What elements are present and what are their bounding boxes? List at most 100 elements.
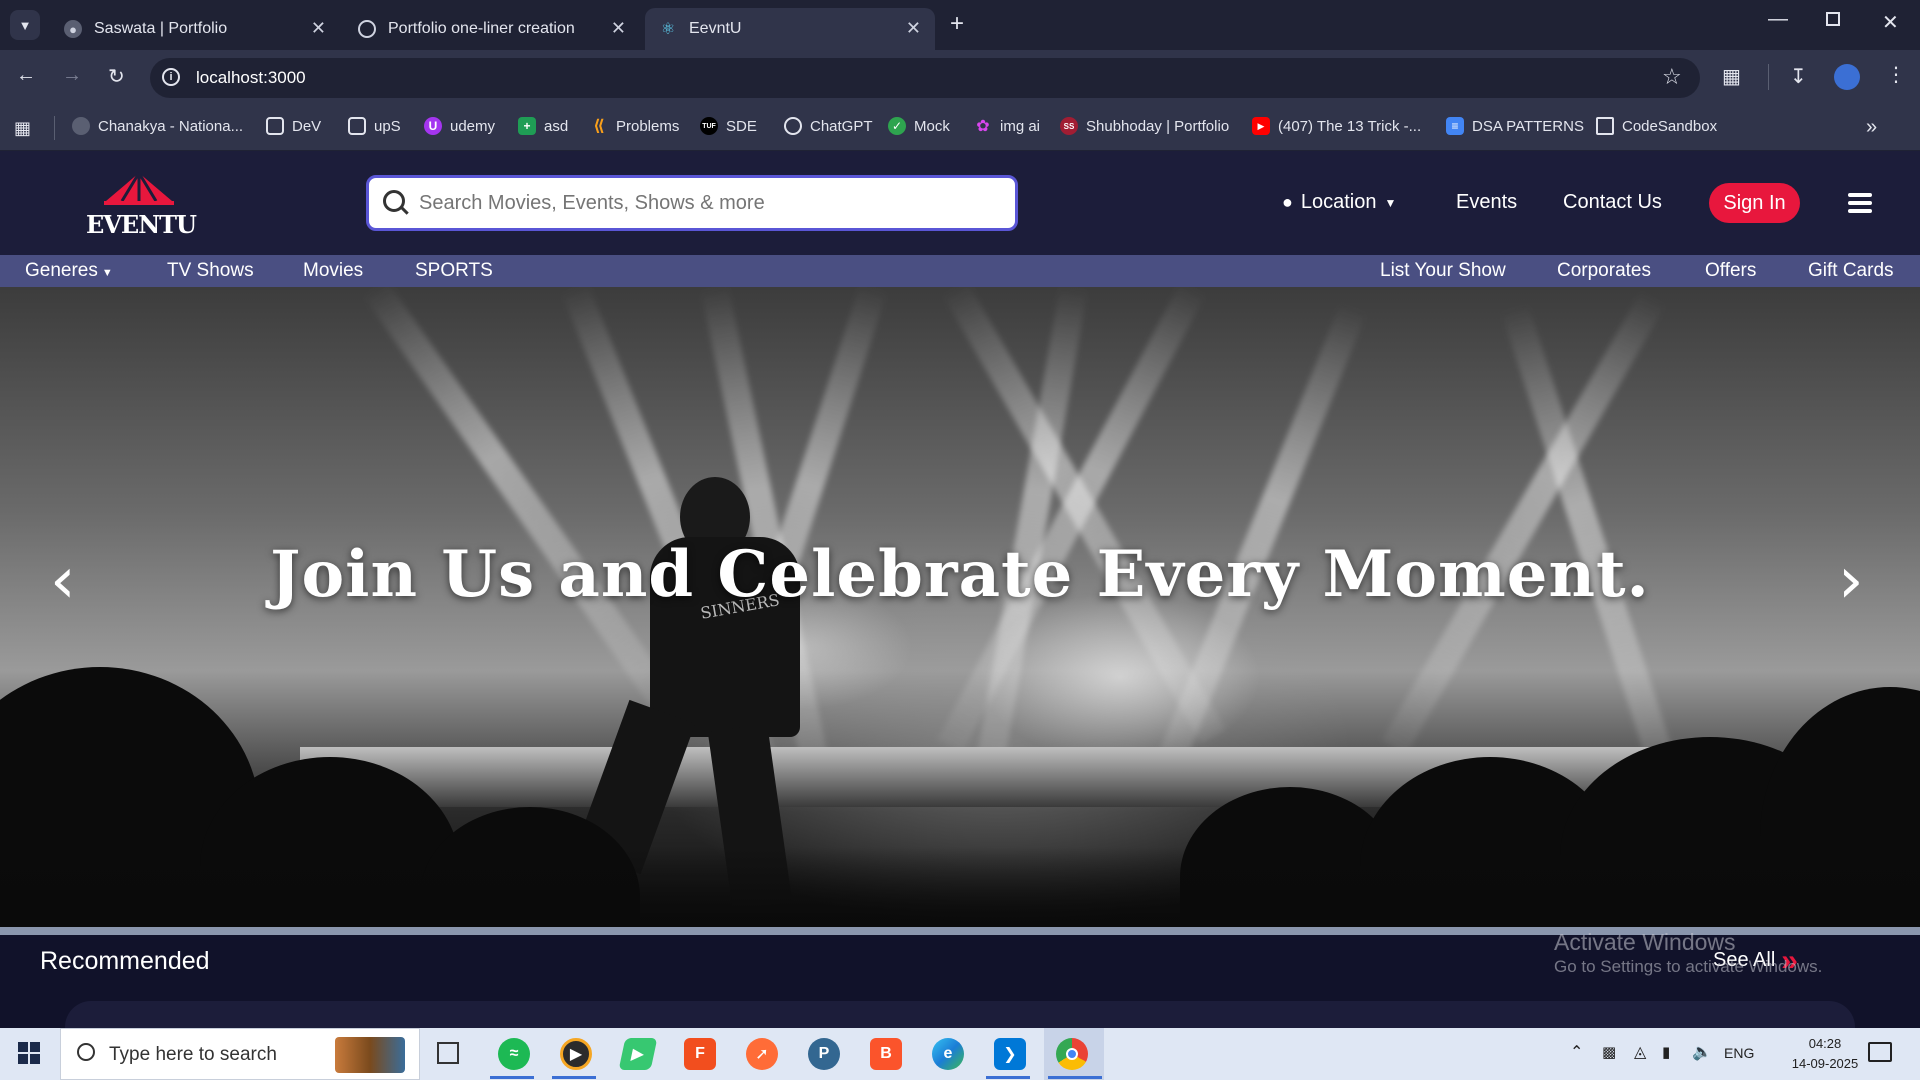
url-text[interactable]: localhost:3000 <box>196 68 306 88</box>
spotify-icon[interactable]: ≈ <box>498 1038 530 1070</box>
nav-events-link[interactable]: Events <box>1456 191 1517 214</box>
windows-start-icon[interactable] <box>18 1042 40 1064</box>
tab-saswata-portfolio[interactable]: ● Saswata | Portfolio ✕ <box>50 8 340 50</box>
leetcode-icon: ⟪ <box>593 118 605 135</box>
task-view-icon[interactable] <box>437 1042 459 1064</box>
back-icon[interactable]: ← <box>16 64 36 87</box>
chrome-icon[interactable] <box>1056 1038 1088 1070</box>
subnav-list-your-show[interactable]: List Your Show <box>1380 260 1506 282</box>
subnav-tv-shows[interactable]: TV Shows <box>167 260 254 282</box>
restore-button[interactable] <box>1826 12 1840 26</box>
search-input[interactable] <box>419 188 999 218</box>
tab-eevntu[interactable]: ⚛ EevntU ✕ <box>645 8 935 50</box>
bookmark-divider <box>54 116 55 140</box>
active-indicator <box>490 1076 534 1079</box>
ss-icon: SS <box>1060 117 1078 135</box>
bookmark-label: Mock <box>914 117 950 135</box>
site-info-icon[interactable]: i <box>162 68 180 86</box>
tab-title: Portfolio one-liner creation <box>388 20 575 37</box>
profile-avatar[interactable] <box>1834 64 1860 90</box>
bookmark-udemy[interactable]: Uudemy <box>424 117 495 135</box>
carousel-next-button[interactable]: › <box>1838 549 1864 613</box>
bookmark-star-icon[interactable]: ☆ <box>1662 64 1682 90</box>
battery-icon[interactable]: ▮ <box>1662 1043 1670 1061</box>
eventu-logo[interactable]: EVENTU <box>86 171 197 239</box>
close-icon[interactable]: ✕ <box>906 18 921 39</box>
more-bookmarks-icon[interactable]: » <box>1866 116 1877 139</box>
bookmark-label: Problems <box>616 117 680 135</box>
address-bar[interactable]: i localhost:3000 ☆ <box>150 58 1700 98</box>
clock-time: 04:28 <box>1808 1036 1842 1051</box>
figma-icon[interactable]: F <box>684 1038 716 1070</box>
vscode-icon[interactable]: ❯ <box>994 1038 1026 1070</box>
minimize-button[interactable]: — <box>1768 8 1788 31</box>
close-icon[interactable]: ✕ <box>311 18 326 39</box>
search-bar[interactable] <box>366 175 1018 231</box>
window-close-button[interactable]: ✕ <box>1882 10 1899 35</box>
bookmark-img-ai[interactable]: ✿ img ai <box>974 117 1041 136</box>
bookmark-codesandbox[interactable]: CodeSandbox <box>1596 117 1717 135</box>
notifications-icon[interactable] <box>1868 1042 1892 1062</box>
bookmark-chatgpt[interactable]: ChatGPT <box>784 117 873 135</box>
extensions-icon[interactable]: ▦ <box>1722 64 1741 89</box>
subnav-sports[interactable]: SPORTS <box>415 260 493 282</box>
app-green-icon[interactable]: ▶ <box>618 1038 658 1070</box>
subnav-movies[interactable]: Movies <box>303 260 363 282</box>
new-tab-button[interactable]: + <box>950 10 964 38</box>
show-hidden-icons[interactable]: ⌃ <box>1570 1042 1583 1062</box>
browser-tab-bar: ▼ ● Saswata | Portfolio ✕ Portfolio one-… <box>0 0 1920 50</box>
globe-icon <box>72 117 90 135</box>
taskbar-clock[interactable]: 04:28 14-09-2025 <box>1780 1034 1870 1074</box>
hamburger-menu-icon[interactable] <box>1848 193 1872 213</box>
bookmark-asd[interactable]: + asd <box>518 117 568 135</box>
menu-icon[interactable]: ⋮ <box>1886 62 1906 87</box>
bookmark-sde[interactable]: TUF SDE <box>700 117 757 135</box>
location-dropdown[interactable]: ● Location ▼ <box>1282 191 1396 214</box>
bookmark-chanakya[interactable]: Chanakya - Nationa... <box>72 117 243 135</box>
download-icon[interactable]: ↧ <box>1790 64 1807 89</box>
subnav-generes[interactable]: Generes ▼ <box>25 260 113 282</box>
media-player-icon[interactable]: ▶ <box>560 1038 592 1070</box>
location-label: Location <box>1300 191 1377 213</box>
forward-icon[interactable]: → <box>62 64 82 87</box>
bookmark-problems[interactable]: ⟪ Problems <box>590 117 680 136</box>
clock-date: 14-09-2025 <box>1791 1056 1859 1071</box>
reload-icon[interactable]: ↻ <box>108 64 125 89</box>
chatgpt-icon <box>358 20 376 38</box>
taskbar-search-box[interactable]: Type here to search <box>60 1028 420 1080</box>
tab-portfolio-oneliner[interactable]: Portfolio one-liner creation ✕ <box>344 8 640 50</box>
browser-toolbar: ← → ↻ i localhost:3000 ☆ ▦ ↧ ⋮ <box>0 50 1920 106</box>
recommended-section: Recommended See All » Activate Windows G… <box>0 929 1920 1028</box>
subnav-corporates[interactable]: Corporates <box>1557 260 1651 282</box>
bookmark-label: SDE <box>726 117 757 135</box>
bookmark-label: udemy <box>450 117 496 135</box>
brave-icon[interactable]: B <box>870 1038 902 1070</box>
language-indicator[interactable]: ENG <box>1724 1045 1754 1061</box>
postman-icon[interactable]: ➚ <box>746 1038 778 1070</box>
network-icon[interactable]: ◬ <box>1634 1042 1646 1062</box>
bookmark-ups[interactable]: upS <box>348 117 401 135</box>
globe-icon: ● <box>64 20 82 38</box>
bookmark-youtube[interactable]: ▶ (407) The 13 Trick -... <box>1252 117 1421 135</box>
sign-in-button[interactable]: Sign In <box>1709 183 1800 223</box>
bookmark-dev[interactable]: DeV <box>266 117 321 135</box>
close-icon[interactable]: ✕ <box>611 18 626 39</box>
bookmark-label: asd <box>544 117 569 135</box>
postgresql-icon[interactable]: P <box>808 1038 840 1070</box>
react-icon: ⚛ <box>660 21 676 38</box>
volume-icon[interactable]: 🔈 <box>1692 1042 1712 1062</box>
bookmark-mock[interactable]: ✓ Mock <box>888 117 950 135</box>
edge-icon[interactable]: e <box>932 1038 964 1070</box>
bookmark-shubhoday[interactable]: SS Shubhoday | Portfolio <box>1060 117 1229 135</box>
meet-now-icon[interactable]: ▩ <box>1602 1043 1616 1061</box>
apps-grid-icon[interactable]: ▦ <box>14 118 31 139</box>
bookmark-label: img ai <box>1000 117 1041 135</box>
tab-title: Saswata | Portfolio <box>94 20 228 37</box>
subnav-gift-cards[interactable]: Gift Cards <box>1808 260 1894 282</box>
bookmark-dsa-patterns[interactable]: ≡ DSA PATTERNS <box>1446 117 1584 135</box>
subnav-offers[interactable]: Offers <box>1705 260 1756 282</box>
bookmark-label: upS <box>374 117 401 135</box>
tab-search-button[interactable]: ▼ <box>10 10 40 40</box>
nav-contact-link[interactable]: Contact Us <box>1563 191 1662 214</box>
carousel-prev-button[interactable]: ‹ <box>50 549 76 613</box>
